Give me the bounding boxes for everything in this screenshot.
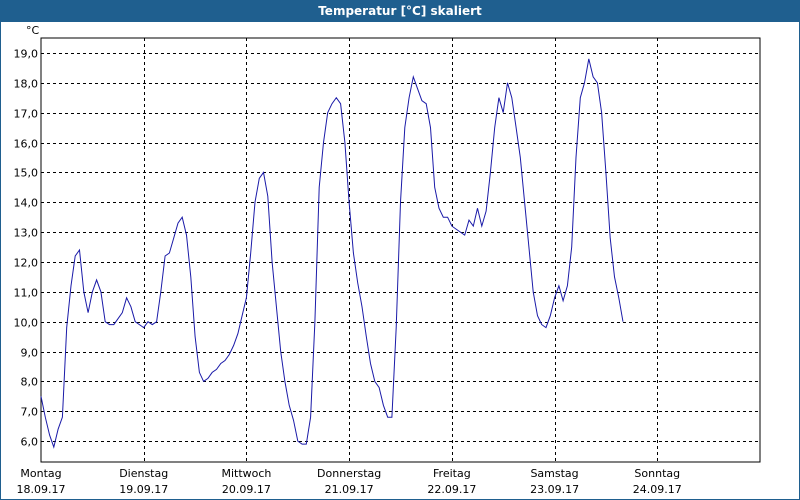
y-tick-label: 8,0: [21, 376, 39, 389]
y-tick-label: 6,0: [21, 436, 39, 449]
x-tick-day-label: Mittwoch: [221, 467, 271, 480]
x-tick-date-label: 18.09.17: [17, 483, 66, 496]
y-tick-label: 18,0: [14, 78, 39, 91]
y-tick-label: 19,0: [14, 48, 39, 61]
y-tick-label: 17,0: [14, 108, 39, 121]
grid: [41, 38, 760, 462]
x-tick-date-label: 21.09.17: [325, 483, 374, 496]
x-tick-date-label: 24.09.17: [633, 483, 682, 496]
y-tick-label: 13,0: [14, 227, 39, 240]
x-tick-day-label: Dienstag: [119, 467, 168, 480]
y-axis-unit-label: °C: [26, 24, 40, 37]
y-tick-label: 12,0: [14, 257, 39, 270]
plot-area: [40, 37, 761, 463]
chart-frame: °C 6,0 7,0 8,0 9,0 10,0 11,0 12,0 13,0 14,0 15,0 1…: [0, 22, 800, 500]
x-tick-day-label: Sonntag: [634, 467, 680, 480]
x-tick-day-label: Freitag: [433, 467, 471, 480]
y-tick-label: 7,0: [21, 406, 39, 419]
x-tick-date-label: 19.09.17: [119, 483, 168, 496]
y-tick-labels: 6,0 7,0 8,0 9,0 10,0 11,0 12,0 13,0 14,0 15,0 16,0…: [14, 48, 39, 449]
y-tick-label: 9,0: [21, 347, 39, 360]
y-tick-label: 11,0: [14, 287, 39, 300]
series-layer: [40, 58, 624, 449]
temperature-chart: °C 6,0 7,0 8,0 9,0 10,0 11,0 12,0 13,0 14,0 15,0 1…: [14, 24, 761, 496]
y-tick-label: 16,0: [14, 138, 39, 151]
y-tick-label: 14,0: [14, 197, 39, 210]
x-tick-date-label: 22.09.17: [427, 483, 476, 496]
x-tick-day-label: Samstag: [530, 467, 578, 480]
x-tick-labels: Montag 18.09.17 Dienstag 19.09.17 Mittwoch 20…: [17, 467, 682, 496]
x-tick-date-label: 23.09.17: [530, 483, 579, 496]
y-tick-label: 15,0: [14, 167, 39, 180]
x-tick-date-label: 20.09.17: [222, 483, 271, 496]
x-tick-day-label: Donnerstag: [317, 467, 381, 480]
window-title: Temperatur [°C] skaliert: [0, 0, 800, 22]
temperature-series-line: [40, 58, 624, 449]
y-tick-label: 10,0: [14, 317, 39, 330]
x-tick-day-label: Montag: [20, 467, 61, 480]
